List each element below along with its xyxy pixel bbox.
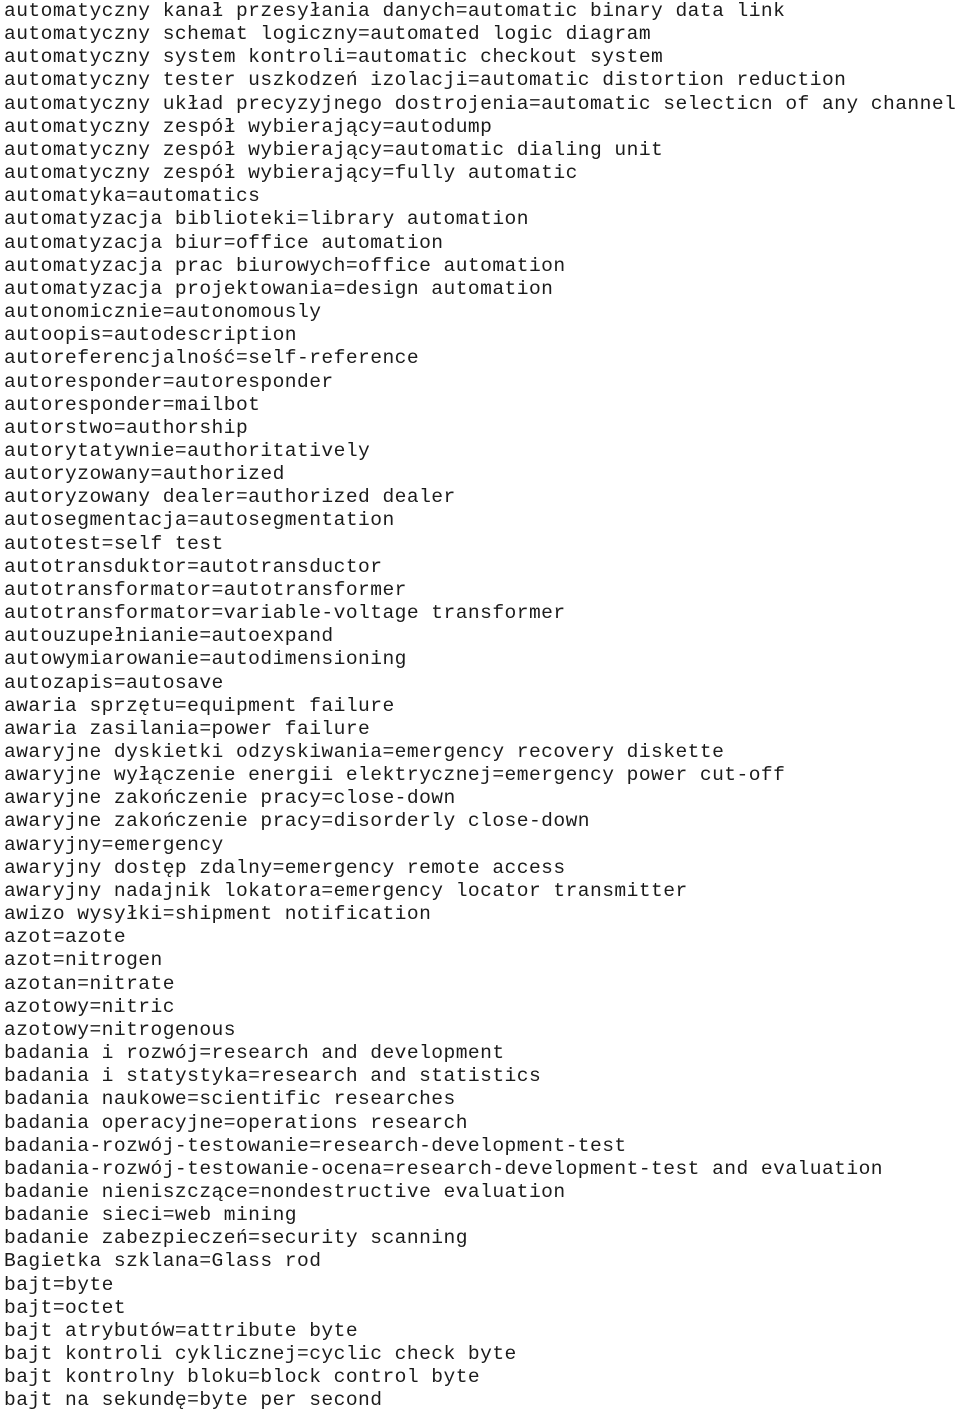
- glossary-entry: badania i statystyka=research and statis…: [4, 1065, 542, 1088]
- glossary-entry: autoryzowany=authorized: [4, 463, 285, 486]
- glossary-entry: awaryjny dostęp zdalny=emergency remote …: [4, 856, 566, 879]
- glossary-entry: badanie zabezpieczeń=security scanning: [4, 1227, 468, 1250]
- glossary-entry: autouzupełnianie=autoexpand: [4, 625, 334, 648]
- glossary-entry: autotest=self test: [4, 532, 224, 555]
- glossary-entry: awaryjne zakończenie pracy=close-down: [4, 787, 456, 810]
- glossary-entry: awaria sprzętu=equipment failure: [4, 694, 395, 717]
- glossary-entry: bajt=byte: [4, 1273, 114, 1296]
- glossary-entry: automatyzacja biur=office automation: [4, 231, 444, 254]
- glossary-entry: badania operacyjne=operations research: [4, 1111, 468, 1134]
- glossary-entry: automatyczny kanał przesyłania danych=au…: [4, 0, 786, 22]
- glossary-entry: bajt na sekundę=byte per second: [4, 1389, 383, 1412]
- glossary-entry: azot=azote: [4, 926, 127, 949]
- glossary-entry: azotowy=nitric: [4, 995, 175, 1018]
- glossary-entry: autotransformator=autotransformer: [4, 578, 407, 601]
- glossary-entry: autorytatywnie=authoritatively: [4, 439, 371, 462]
- glossary-entry: autoresponder=mailbot: [4, 393, 261, 416]
- glossary-entry: autozapis=autosave: [4, 671, 224, 694]
- glossary-entry: automatyzacja projektowania=design autom…: [4, 277, 554, 300]
- glossary-entry: autorstwo=authorship: [4, 416, 249, 439]
- glossary-entry: autonomicznie=autonomously: [4, 301, 322, 324]
- glossary-entry: autosegmentacja=autosegmentation: [4, 509, 395, 532]
- glossary-entry: badanie sieci=web mining: [4, 1204, 297, 1227]
- glossary-entry: autoresponder=autoresponder: [4, 370, 334, 393]
- glossary-entry: autoryzowany dealer=authorized dealer: [4, 486, 456, 509]
- glossary-entry: bajt atrybutów=attribute byte: [4, 1319, 359, 1342]
- glossary-entry: autotransformator=variable-voltage trans…: [4, 602, 566, 625]
- glossary-entry: awaryjne dyskietki odzyskiwania=emergenc…: [4, 741, 725, 763]
- glossary-entry: awaryjny nadajnik lokatora=emergency loc…: [4, 879, 688, 902]
- glossary-entry: Bagietka szklana=Glass rod: [4, 1250, 322, 1273]
- glossary-entry: automatyzacja prac biurowych=office auto…: [4, 254, 566, 277]
- glossary-entry: badania naukowe=scientific researches: [4, 1088, 456, 1111]
- glossary-entry: bajt kontrolny bloku=block control byte: [4, 1366, 481, 1389]
- glossary-entry: automatyczny zespół wybierający=automati…: [4, 138, 664, 161]
- glossary-entry: bajt kontroli cyklicznej=cyclic check by…: [4, 1343, 517, 1366]
- glossary-entry: automatyczny układ precyzyjnego dostroje…: [4, 92, 957, 115]
- glossary-text-body: automatyczny kanał przesyłania danych=au…: [0, 0, 960, 1413]
- glossary-entry: badania i rozwój=research and developmen…: [4, 1042, 505, 1065]
- glossary-entry: automatyczny zespół wybierający=fully au…: [4, 162, 578, 185]
- glossary-entry: bajt=octet: [4, 1296, 127, 1319]
- glossary-entry: autowymiarowanie=autodimensioning: [4, 648, 407, 671]
- glossary-entry: awaryjny=emergency: [4, 833, 224, 856]
- glossary-entry: awaria zasilania=power failure: [4, 717, 371, 740]
- glossary-entry: automatyczny schemat logiczny=automated …: [4, 23, 652, 46]
- glossary-entry: automatyzacja biblioteki=library automat…: [4, 208, 529, 231]
- glossary-entry: azot=nitrogen: [4, 949, 163, 972]
- glossary-entry: azotowy=nitrogenous: [4, 1018, 236, 1041]
- glossary-entry: awaryjne zakończenie pracy=disorderly cl…: [4, 810, 590, 833]
- glossary-entry: automatyczny system kontroli=automatic c…: [4, 46, 664, 69]
- glossary-entry: awizo wysyłki=shipment notification: [4, 903, 432, 926]
- glossary-entry: autotransduktor=autotransductor: [4, 555, 383, 578]
- glossary-entry: automatyczny tester uszkodzeń izolacji=a…: [4, 69, 847, 92]
- glossary-entry: badanie nieniszczące=nondestructive eval…: [4, 1180, 566, 1203]
- glossary-entry: automatyka=automatics: [4, 185, 261, 208]
- glossary-entry: autoreferencjalność=self-reference: [4, 347, 420, 370]
- glossary-entry: azotan=nitrate: [4, 972, 175, 995]
- glossary-entry: awaryjne wyłączenie energii elektrycznej…: [4, 764, 786, 787]
- glossary-entry: badania-rozwój-testowanie-ocena=research…: [4, 1157, 883, 1180]
- glossary-entry: badania-rozwój-testowanie=research-devel…: [4, 1134, 627, 1157]
- glossary-entry: autoopis=autodescription: [4, 324, 297, 347]
- glossary-entry: automatyczny zespół wybierający=autodump: [4, 115, 493, 138]
